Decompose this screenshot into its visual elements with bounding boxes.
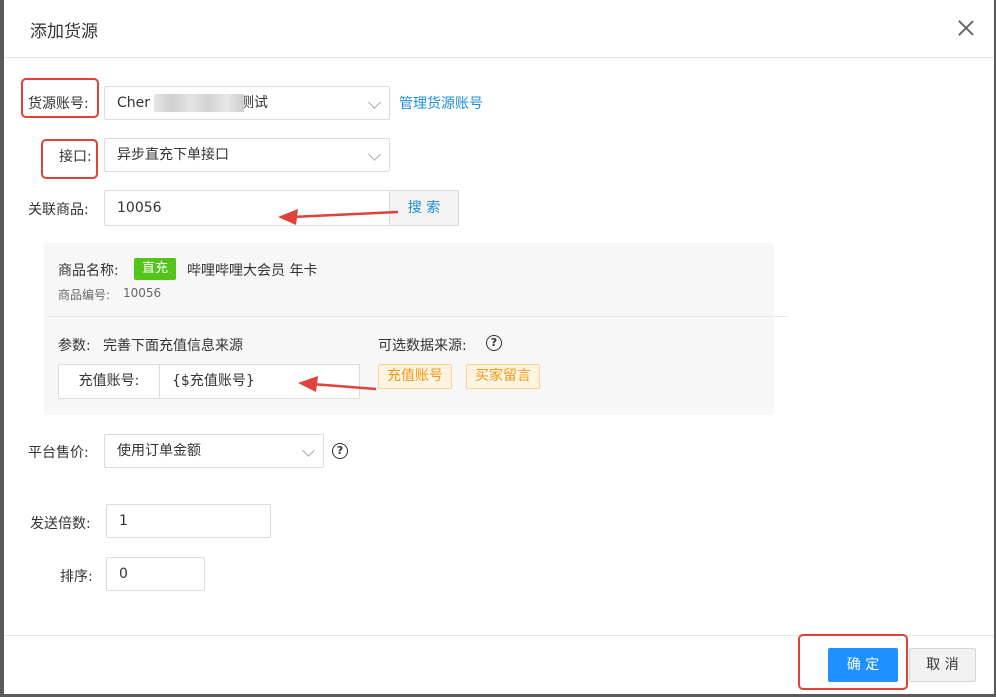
product-name: 哔哩哔哩大会员 年卡	[187, 263, 318, 279]
source-account-value-prefix: Cher	[117, 95, 151, 111]
product-name-label: 商品名称:	[58, 263, 119, 279]
recharge-account-label: 充值账号:	[78, 373, 140, 389]
chevron-down-icon	[302, 444, 315, 457]
dialog-header: 添加货源	[4, 0, 994, 58]
optional-sources-label: 可选数据来源:	[378, 338, 467, 354]
chevron-down-icon	[368, 148, 381, 161]
source-account-select[interactable]: Cher 测试	[104, 86, 390, 120]
platform-price-select[interactable]: 使用订单金额	[104, 434, 324, 468]
direct-recharge-badge: 直充	[134, 258, 177, 280]
interface-value: 异步直充下单接口	[117, 147, 229, 163]
search-button[interactable]: 搜 索	[389, 190, 459, 226]
send-multiple-input[interactable]: 1	[106, 504, 271, 538]
help-icon[interactable]: ?	[332, 443, 348, 459]
send-multiple-label: 发送倍数:	[30, 516, 91, 532]
sort-value: 0	[119, 566, 128, 582]
recharge-account-input[interactable]: {$充值账号}	[159, 364, 360, 399]
sort-label: 排序:	[60, 569, 93, 585]
help-icon[interactable]: ?	[486, 335, 502, 351]
product-code: 10056	[123, 286, 162, 300]
params-hint: 完善下面充值信息来源	[103, 338, 243, 354]
platform-price-value: 使用订单金额	[117, 443, 201, 459]
cancel-button[interactable]: 取 消	[909, 648, 976, 682]
dialog-title: 添加货源	[30, 22, 98, 42]
chevron-down-icon	[368, 96, 381, 109]
close-icon[interactable]	[954, 16, 978, 40]
send-multiple-value: 1	[119, 513, 128, 529]
redacted-text-block	[154, 94, 244, 112]
sort-input[interactable]: 0	[106, 557, 205, 591]
recharge-account-value: {$充值账号}	[172, 373, 255, 389]
source-tag-buyer-message[interactable]: 买家留言	[466, 364, 540, 389]
panel-divider	[48, 316, 788, 317]
manage-source-accounts-link[interactable]: 管理货源账号	[399, 93, 483, 113]
product-code-label: 商品编号:	[58, 288, 111, 302]
source-account-value-suffix: 测试	[240, 95, 269, 111]
platform-price-label: 平台售价:	[28, 445, 89, 461]
source-tag-recharge-account[interactable]: 充值账号	[378, 364, 452, 389]
source-account-label: 货源账号:	[28, 96, 89, 112]
interface-select[interactable]: 异步直充下单接口	[104, 138, 390, 172]
interface-label: 接口:	[59, 149, 92, 165]
confirm-button[interactable]: 确 定	[828, 648, 898, 682]
linked-product-input[interactable]: 10056	[104, 190, 392, 226]
recharge-account-addon: 充值账号:	[58, 364, 160, 399]
linked-product-value: 10056	[117, 200, 162, 216]
linked-product-label: 关联商品:	[28, 202, 89, 218]
params-label: 参数:	[58, 338, 91, 354]
add-source-dialog: 添加货源 货源账号: Cher 测试 管理货源账号 接口: 异步直充下单接口 关联…	[4, 0, 994, 694]
